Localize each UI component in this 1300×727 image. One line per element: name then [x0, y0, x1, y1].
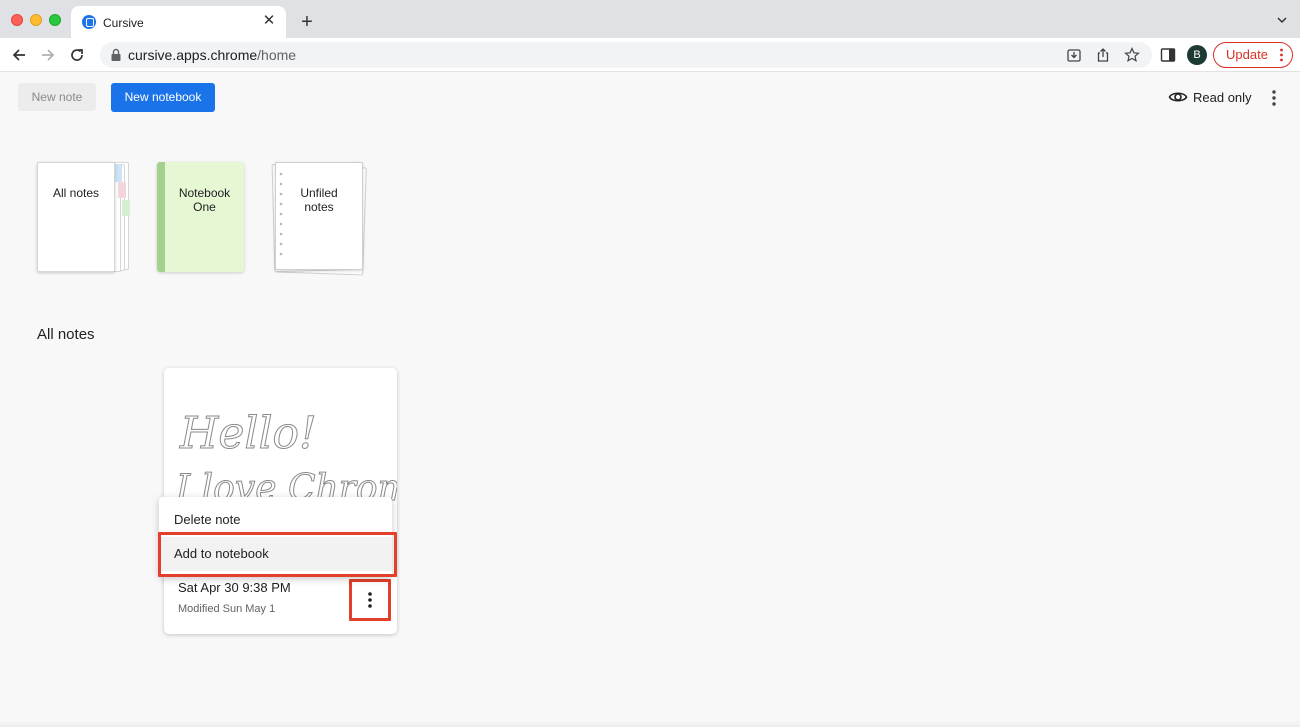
profile-avatar[interactable]: B — [1187, 45, 1207, 65]
share-icon[interactable] — [1095, 47, 1111, 63]
minimize-window-button[interactable] — [30, 14, 42, 26]
new-notebook-button[interactable]: New notebook — [111, 83, 215, 112]
notebook-spine — [157, 162, 165, 272]
notebook-unfiled-notes[interactable]: Unfiled notes — [271, 160, 369, 276]
update-button[interactable]: Update — [1213, 42, 1293, 68]
notebook-tab-mark — [118, 182, 126, 198]
new-tab-icon[interactable]: + — [297, 12, 317, 32]
note-modified: Modified Sun May 1 — [178, 603, 276, 615]
back-icon[interactable] — [9, 45, 29, 65]
app-menu-icon[interactable] — [1270, 89, 1278, 107]
note-date: Sat Apr 30 9:38 PM — [178, 580, 291, 595]
bottom-edge — [0, 720, 1300, 727]
tab-title: Cursive — [103, 16, 144, 30]
reload-icon[interactable] — [67, 45, 87, 65]
install-app-icon[interactable] — [1066, 47, 1082, 63]
notebook-label: Notebook One — [178, 186, 231, 214]
read-only-label: Read only — [1193, 90, 1252, 105]
new-note-button[interactable]: New note — [18, 83, 96, 111]
handwriting-preview: Hello! I love Chrome — [175, 408, 398, 510]
notebook-all-notes[interactable]: All notes — [37, 162, 133, 274]
more-vert-icon — [368, 592, 372, 608]
highlight-box — [158, 532, 397, 577]
browser-tab[interactable]: Cursive ✕ — [71, 6, 286, 38]
cover-page — [37, 162, 115, 272]
url-text: cursive.apps.chrome/home — [128, 47, 297, 63]
lock-icon[interactable] — [110, 48, 122, 62]
notebook-one[interactable]: Notebook One — [157, 162, 244, 272]
notebook-label: All notes — [52, 186, 100, 200]
section-title: All notes — [37, 326, 95, 343]
eye-icon — [1168, 92, 1188, 102]
browser-toolbar: cursive.apps.chrome/home B Update — [0, 38, 1300, 72]
forward-icon[interactable] — [38, 45, 58, 65]
cursive-favicon-icon — [82, 15, 96, 29]
browser-tab-bar: Cursive ✕ + — [0, 0, 1300, 38]
cover-page — [275, 162, 363, 270]
cursive-app: New note New notebook Read only All note… — [0, 72, 1300, 727]
maximize-window-button[interactable] — [49, 14, 61, 26]
note-menu-button[interactable] — [349, 579, 391, 621]
notebook-tab-mark — [114, 164, 122, 182]
tab-close-icon[interactable]: ✕ — [260, 12, 278, 30]
side-panel-icon[interactable] — [1160, 47, 1176, 63]
close-window-button[interactable] — [11, 14, 23, 26]
notebook-tab-mark — [122, 200, 130, 216]
update-label: Update — [1226, 47, 1268, 62]
more-vert-icon — [1280, 48, 1283, 62]
bookmark-star-icon[interactable] — [1124, 47, 1140, 63]
handwriting-line: Hello! — [179, 408, 317, 459]
notebook-label: Unfiled notes — [300, 186, 338, 214]
address-bar[interactable]: cursive.apps.chrome/home — [100, 42, 1152, 68]
tab-search-chevron-icon[interactable] — [1276, 14, 1288, 26]
